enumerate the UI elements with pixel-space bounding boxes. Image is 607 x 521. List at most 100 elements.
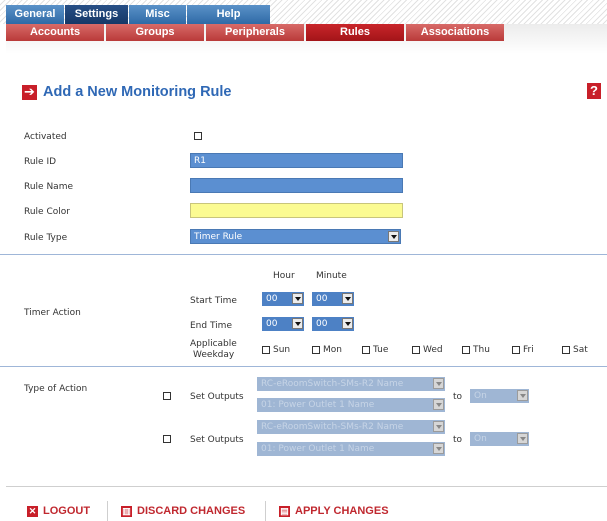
trash-icon: ▥ [121, 505, 132, 517]
day-fri-checkbox[interactable] [512, 346, 520, 354]
action-2-checkbox[interactable] [163, 435, 171, 443]
day-thu-checkbox[interactable] [462, 346, 470, 354]
action-1-state-select[interactable]: On [470, 389, 529, 403]
action-1-outlet-value: 01: Power Outlet 1 Name [261, 400, 375, 410]
end-hour-value: 00 [266, 319, 278, 329]
footer: ✕ LOGOUT ▥ DISCARD CHANGES ▤ APPLY CHANG… [0, 486, 607, 521]
day-tue-checkbox[interactable] [362, 346, 370, 354]
subtab-peripherals[interactable]: Peripherals [206, 24, 304, 41]
chevron-down-icon[interactable] [292, 318, 303, 329]
action-1-checkbox[interactable] [163, 392, 171, 400]
rule-type-label: Rule Type [24, 233, 68, 243]
discard-changes-button[interactable]: ▥ DISCARD CHANGES [121, 505, 245, 517]
footer-divider [6, 486, 607, 487]
chevron-down-icon[interactable] [517, 433, 528, 444]
day-thu[interactable]: Thu [462, 345, 490, 355]
day-tue-label: Tue [373, 345, 389, 355]
action-2-device-value: RC-eRoomSwitch-SMs-R2 Name [261, 422, 404, 432]
chevron-down-icon[interactable] [342, 318, 353, 329]
subtab-associations[interactable]: Associations [406, 24, 504, 41]
rule-color-label: Rule Color [24, 207, 70, 217]
start-time-label: Start Time [190, 296, 237, 306]
day-wed[interactable]: Wed [412, 345, 443, 355]
weekday-label: Weekday [193, 350, 235, 360]
action-2-state-value: On [474, 434, 487, 444]
action-2-device-select[interactable]: RC-eRoomSwitch-SMs-R2 Name [257, 420, 445, 434]
apply-changes-label: APPLY CHANGES [295, 505, 389, 517]
day-fri[interactable]: Fri [512, 345, 534, 355]
logout-label: LOGOUT [43, 505, 91, 517]
day-sun[interactable]: Sun [262, 345, 290, 355]
chevron-down-icon[interactable] [433, 421, 444, 432]
sub-tabs: Accounts Groups Peripherals Rules Associ… [6, 24, 506, 41]
minute-header: Minute [316, 271, 347, 281]
day-thu-label: Thu [473, 345, 490, 355]
hour-header: Hour [273, 271, 295, 281]
subtab-rules[interactable]: Rules [306, 24, 404, 41]
action-1-state-value: On [474, 391, 487, 401]
timer-action-label: Timer Action [24, 308, 81, 318]
sub-tab-bar: Accounts Groups Peripherals Rules Associ… [6, 24, 607, 54]
action-1-device-select[interactable]: RC-eRoomSwitch-SMs-R2 Name [257, 377, 445, 391]
start-minute-value: 00 [316, 294, 328, 304]
footer-separator [107, 501, 108, 521]
day-wed-checkbox[interactable] [412, 346, 420, 354]
day-sat-label: Sat [573, 345, 588, 355]
action-1-outlet-select[interactable]: 01: Power Outlet 1 Name [257, 398, 445, 412]
start-minute-select[interactable]: 00 [312, 292, 354, 306]
section-divider [0, 366, 607, 367]
chevron-down-icon[interactable] [433, 399, 444, 410]
page-title: Add a New Monitoring Rule [43, 84, 232, 100]
action-1-to-label: to [453, 392, 463, 402]
chevron-down-icon[interactable] [292, 293, 303, 304]
tab-misc[interactable]: Misc [129, 5, 186, 24]
rule-id-label: Rule ID [24, 157, 57, 167]
end-hour-select[interactable]: 00 [262, 317, 304, 331]
day-sat-checkbox[interactable] [562, 346, 570, 354]
day-sun-checkbox[interactable] [262, 346, 270, 354]
section-divider [0, 254, 607, 255]
subtab-groups[interactable]: Groups [106, 24, 204, 41]
discard-changes-label: DISCARD CHANGES [137, 505, 246, 517]
action-2-outlet-select[interactable]: 01: Power Outlet 1 Name [257, 442, 445, 456]
top-tab-bar: General Settings Misc Help [0, 0, 607, 24]
action-1-set-outputs-label: Set Outputs [190, 392, 244, 402]
tab-general[interactable]: General [6, 5, 64, 24]
logout-button[interactable]: ✕ LOGOUT [27, 505, 90, 517]
day-mon-checkbox[interactable] [312, 346, 320, 354]
rule-name-label: Rule Name [24, 182, 74, 192]
chevron-down-icon[interactable] [342, 293, 353, 304]
applicable-label: Applicable [190, 339, 237, 349]
subtab-accounts[interactable]: Accounts [6, 24, 104, 41]
action-2-outlet-value: 01: Power Outlet 1 Name [261, 444, 375, 454]
arrow-right-icon: ➔ [22, 84, 37, 100]
day-fri-label: Fri [523, 345, 534, 355]
footer-separator [265, 501, 266, 521]
chevron-down-icon[interactable] [517, 390, 528, 401]
help-icon[interactable]: ? [587, 83, 601, 99]
action-2-state-select[interactable]: On [470, 432, 529, 446]
rule-type-value: Timer Rule [194, 232, 243, 242]
day-sat[interactable]: Sat [562, 345, 588, 355]
day-mon-label: Mon [323, 345, 342, 355]
chevron-down-icon[interactable] [433, 443, 444, 454]
activated-label: Activated [24, 132, 67, 142]
chevron-down-icon[interactable] [433, 378, 444, 389]
day-sun-label: Sun [273, 345, 291, 355]
day-wed-label: Wed [423, 345, 443, 355]
end-minute-select[interactable]: 00 [312, 317, 354, 331]
chevron-down-icon[interactable] [388, 231, 399, 242]
day-mon[interactable]: Mon [312, 345, 342, 355]
rule-type-select[interactable]: Timer Rule [190, 229, 401, 244]
rule-color-input[interactable] [190, 203, 403, 218]
tab-help[interactable]: Help [187, 5, 270, 24]
start-hour-select[interactable]: 00 [262, 292, 304, 306]
tab-settings[interactable]: Settings [65, 5, 128, 24]
activated-checkbox[interactable] [194, 132, 202, 140]
rule-name-input[interactable] [190, 178, 403, 193]
action-2-set-outputs-label: Set Outputs [190, 435, 244, 445]
day-tue[interactable]: Tue [362, 345, 388, 355]
apply-changes-button[interactable]: ▤ APPLY CHANGES [279, 505, 389, 517]
end-minute-value: 00 [316, 319, 328, 329]
rule-id-input[interactable]: R1 [190, 153, 403, 168]
